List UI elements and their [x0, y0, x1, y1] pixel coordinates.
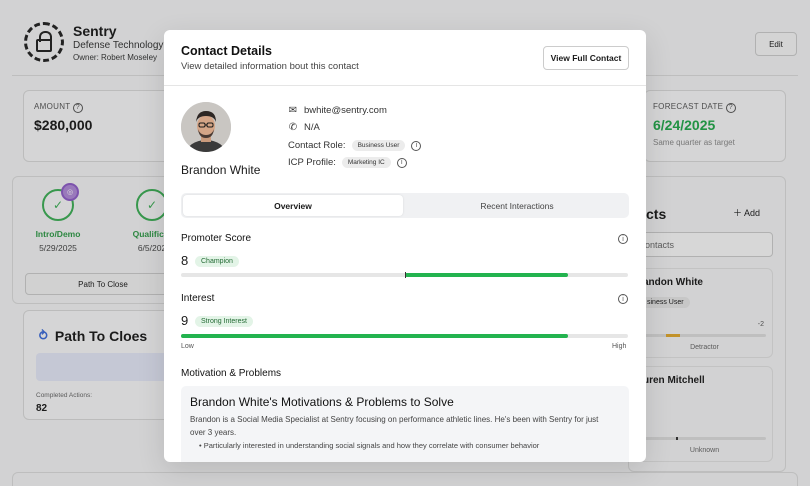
- interest-title: Interest: [181, 293, 215, 304]
- icp-profile-label: ICP Profile:: [288, 157, 336, 168]
- modal-title: Contact Details: [181, 44, 272, 58]
- promoter-score-bar: [181, 272, 628, 278]
- tab-overview[interactable]: Overview: [183, 195, 403, 216]
- promoter-score-marker: [404, 272, 406, 278]
- contact-role-tag: Business User: [351, 140, 406, 151]
- contact-role-label: Contact Role:: [288, 140, 346, 151]
- promoter-score-value: 8: [181, 253, 189, 268]
- info-icon[interactable]: i: [396, 157, 407, 168]
- contact-details-modal: Contact Details View detailed informatio…: [164, 30, 646, 462]
- interest-score-value: 9: [181, 313, 189, 328]
- interest-low-label: Low: [181, 343, 194, 350]
- motivation-paragraph: Brandon is a Social Media Specialist at …: [190, 415, 599, 437]
- motivation-section-title: Motivation & Problems: [181, 368, 282, 379]
- tab-recent-interactions[interactable]: Recent Interactions: [407, 195, 627, 216]
- phone-icon: ✆: [288, 122, 298, 133]
- interest-badge: Strong Interest: [195, 316, 253, 327]
- promoter-score-fill: [404, 273, 568, 277]
- motivation-heading: Brandon White's Motivations & Problems t…: [190, 395, 454, 409]
- icp-profile-tag: Marketing IC: [341, 157, 391, 168]
- contact-phone: N/A: [304, 122, 320, 133]
- modal-divider: [164, 85, 646, 86]
- info-icon[interactable]: i: [411, 140, 422, 151]
- info-icon[interactable]: i: [618, 234, 628, 244]
- interest-high-label: High: [612, 343, 627, 350]
- info-icon[interactable]: i: [618, 294, 628, 304]
- motivation-box: Brandon White's Motivations & Problems t…: [181, 386, 629, 462]
- view-full-contact-button[interactable]: View Full Contact: [543, 46, 629, 70]
- interest-fill: [181, 334, 568, 338]
- contact-email[interactable]: bwhite@sentry.com: [304, 105, 387, 116]
- mail-icon: ✉: [288, 105, 298, 116]
- motivation-bullet: • Particularly interested in understandi…: [199, 441, 540, 450]
- contact-name: Brandon White: [181, 163, 261, 177]
- contact-avatar: [181, 102, 231, 152]
- modal-subtitle: View detailed information bout this cont…: [181, 61, 359, 72]
- modal-tabs: Overview Recent Interactions: [181, 193, 629, 218]
- promoter-badge: Champion: [195, 256, 239, 267]
- interest-bar: [181, 334, 628, 338]
- promoter-score-title: Promoter Score: [181, 233, 252, 244]
